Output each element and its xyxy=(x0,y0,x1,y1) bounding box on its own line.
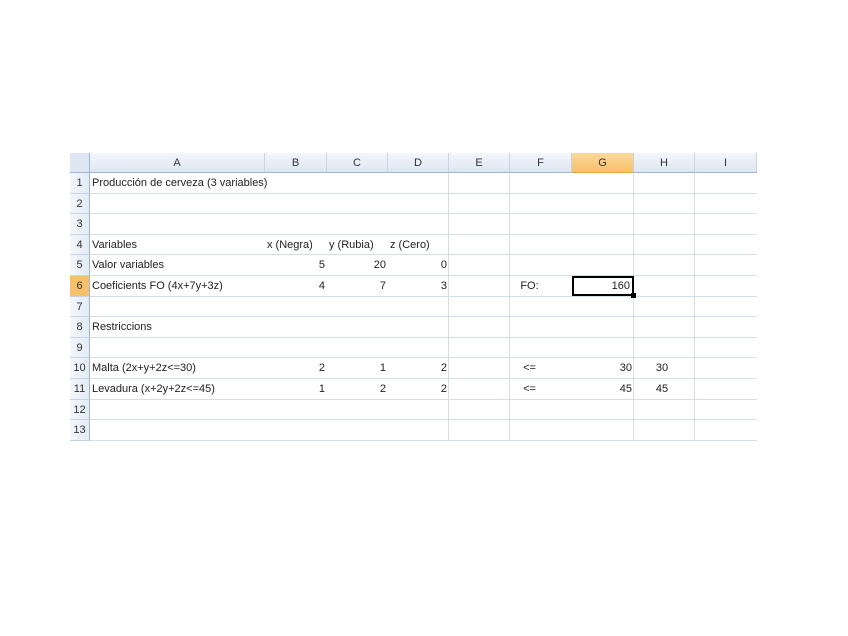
cell-a8[interactable]: Restriccions xyxy=(90,317,265,337)
row-gridline xyxy=(90,419,757,421)
row-header-1[interactable]: 1 xyxy=(70,173,90,194)
column-header-h[interactable]: H xyxy=(634,153,695,173)
spreadsheet-grid[interactable]: ABCDEFGHI 1 2 3 4 5 6 7 8 9 10 11 12 13 Producción d… xyxy=(70,153,757,441)
row-header-9[interactable]: 9 xyxy=(70,337,90,359)
row-header-7[interactable]: 7 xyxy=(70,296,90,318)
cell-c11[interactable]: 2 xyxy=(327,379,388,399)
cell-g11[interactable]: 45 xyxy=(572,379,634,399)
row-header-6[interactable]: 6 xyxy=(70,276,90,297)
column-header-f[interactable]: F xyxy=(510,153,572,173)
cell-d6[interactable]: 3 xyxy=(388,276,449,296)
column-header-b[interactable]: B xyxy=(265,153,327,173)
cell-b10[interactable]: 2 xyxy=(265,358,327,378)
column-header-g[interactable]: G xyxy=(572,153,634,173)
row-gridline xyxy=(90,213,757,215)
cell-g6[interactable]: 160 xyxy=(572,276,636,298)
cell-f11[interactable]: <= xyxy=(449,379,572,399)
row-header-8[interactable]: 8 xyxy=(70,317,90,338)
row-header-12[interactable]: 12 xyxy=(70,399,90,421)
select-all-button[interactable] xyxy=(70,153,90,173)
column-header-d[interactable]: D xyxy=(388,153,449,173)
column-gridline xyxy=(448,173,449,441)
cell-g10[interactable]: 30 xyxy=(572,358,634,378)
cell-d4[interactable]: z (Cero) xyxy=(388,235,449,255)
cell-h11[interactable]: 45 xyxy=(634,379,694,399)
cell-a11[interactable]: Levadura (x+2y+2z<=45) xyxy=(90,379,265,399)
cell-a4[interactable]: Variables xyxy=(90,235,265,255)
cell-a10[interactable]: Malta (2x+y+2z<=30) xyxy=(90,358,265,378)
row-header-5[interactable]: 5 xyxy=(70,255,90,276)
cell-d10[interactable]: 2 xyxy=(388,358,449,378)
column-header-a[interactable]: A xyxy=(90,153,265,173)
column-gridline xyxy=(509,173,510,441)
row-header-11[interactable]: 11 xyxy=(70,379,90,400)
cell-f10[interactable]: <= xyxy=(449,358,572,378)
cell-d11[interactable]: 2 xyxy=(388,379,449,399)
cell-f6[interactable]: FO: xyxy=(449,276,572,296)
cell-b5[interactable]: 5 xyxy=(265,255,327,275)
cell-b6[interactable]: 4 xyxy=(265,276,327,296)
cell-h10[interactable]: 30 xyxy=(634,358,694,378)
cell-c10[interactable]: 1 xyxy=(327,358,388,378)
row-header-2[interactable]: 2 xyxy=(70,193,90,215)
cell-d5[interactable]: 0 xyxy=(388,255,449,275)
cell-a5[interactable]: Valor variables xyxy=(90,255,265,275)
row-header-13[interactable]: 13 xyxy=(70,420,90,441)
row-header-3[interactable]: 3 xyxy=(70,214,90,235)
cell-a1[interactable]: Producción de cerveza (3 variables) xyxy=(90,173,267,193)
cell-c6[interactable]: 7 xyxy=(327,276,388,296)
column-gridline xyxy=(694,173,695,441)
column-header-i[interactable]: I xyxy=(695,153,757,173)
row-header-10[interactable]: 10 xyxy=(70,358,90,379)
cell-c5[interactable]: 20 xyxy=(327,255,388,275)
row-gridline xyxy=(90,439,757,441)
cell-b11[interactable]: 1 xyxy=(265,379,327,399)
row-header-4[interactable]: 4 xyxy=(70,234,90,256)
column-header-c[interactable]: C xyxy=(327,153,388,173)
cell-b4[interactable]: x (Negra) xyxy=(265,235,327,255)
cell-a6[interactable]: Coeficients FO (4x+7y+3z) xyxy=(90,276,265,296)
cell-c4[interactable]: y (Rubia) xyxy=(327,235,388,255)
column-header-e[interactable]: E xyxy=(449,153,510,173)
column-gridline xyxy=(633,173,634,441)
